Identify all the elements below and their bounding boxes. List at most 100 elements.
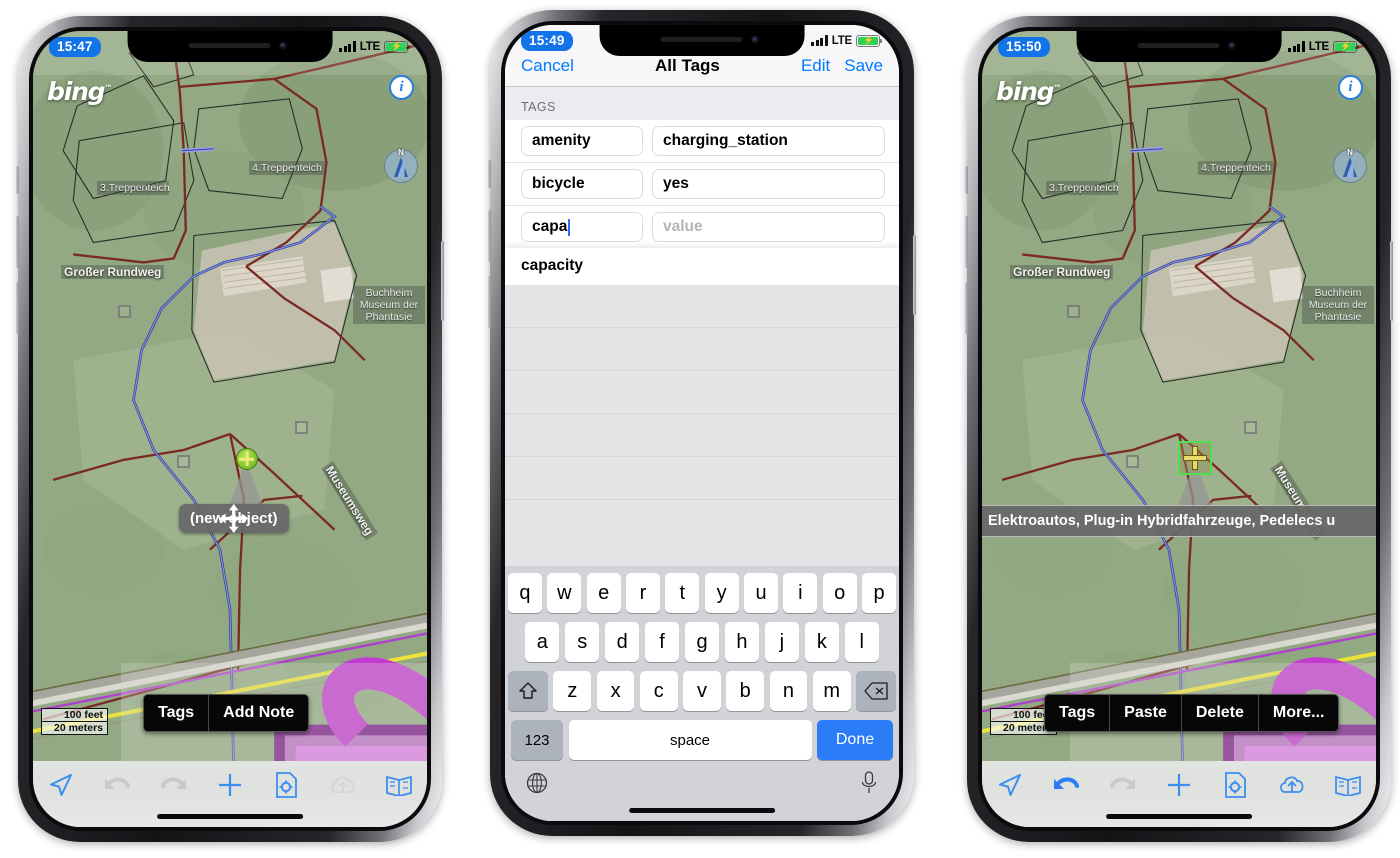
poi-marker-box[interactable] — [1126, 455, 1139, 468]
ctx-delete-button[interactable]: Delete — [1181, 695, 1259, 731]
done-key[interactable]: Done — [817, 720, 893, 760]
cellular-signal-icon — [339, 41, 356, 52]
onscreen-keyboard[interactable]: q w e r t y u i o p a s d f g h j k l z … — [505, 566, 899, 821]
key-l[interactable]: l — [844, 622, 879, 662]
key-p[interactable]: p — [862, 573, 896, 613]
globe-icon[interactable] — [526, 772, 548, 794]
key-t[interactable]: t — [665, 573, 700, 613]
key-b[interactable]: b — [726, 671, 765, 711]
new-object-marker[interactable] — [236, 448, 258, 470]
space-key[interactable]: space — [568, 720, 812, 760]
toolbar-locate-button[interactable] — [982, 770, 1038, 800]
key-n[interactable]: n — [769, 671, 808, 711]
text-cursor — [568, 218, 571, 236]
map-label: 4.Treppenteich — [249, 161, 325, 175]
phone-right: bing™ i N 3.Treppenteich 4.Treppenteich … — [965, 16, 1393, 842]
poi-marker-box[interactable] — [177, 455, 190, 468]
key-g[interactable]: g — [684, 622, 720, 662]
key-j[interactable]: j — [764, 622, 800, 662]
network-type-label: LTE — [1308, 40, 1329, 53]
edit-button[interactable]: Edit — [801, 56, 830, 76]
bing-logo: bing™ — [996, 77, 1061, 106]
key-f[interactable]: f — [644, 622, 680, 662]
key-w[interactable]: w — [547, 573, 582, 613]
tag-key-input[interactable]: amenity — [521, 126, 643, 156]
compass-icon[interactable]: N — [384, 148, 418, 183]
tag-row[interactable]: capa value — [505, 206, 899, 248]
map-info-button[interactable]: i — [1338, 75, 1363, 100]
ctx-tags-button[interactable]: Tags — [1045, 695, 1111, 731]
numeric-key[interactable]: 123 — [511, 720, 563, 760]
key-r[interactable]: r — [626, 573, 660, 613]
selected-object-callout[interactable]: Elektroautos, Plug-in Hybridfahrzeuge, P… — [982, 505, 1376, 537]
key-i[interactable]: i — [783, 573, 818, 613]
toolbar-locate-button[interactable] — [33, 770, 89, 800]
shift-icon[interactable] — [507, 671, 548, 711]
key-s[interactable]: s — [564, 622, 600, 662]
screenshot-root: bing™ i N 3.Treppenteich 4.Treppenteich … — [0, 0, 1400, 858]
keyboard-row-4: 123 space Done — [508, 720, 896, 760]
toolbar-layers-button[interactable] — [1320, 770, 1376, 800]
ctx-tags-button[interactable]: Tags — [144, 695, 210, 731]
tag-row[interactable]: bicycle yes — [505, 163, 899, 206]
tag-row[interactable]: amenity charging_station — [505, 120, 899, 163]
all-tags-page: Cancel All Tags Edit Save TAGS amenity c… — [505, 25, 899, 821]
key-u[interactable]: u — [744, 573, 778, 613]
key-e[interactable]: e — [586, 573, 621, 613]
toolbar-add-button[interactable] — [1151, 770, 1207, 800]
poi-marker-box[interactable] — [1067, 305, 1080, 318]
tag-value-input[interactable]: value — [652, 212, 885, 242]
new-object-callout[interactable]: (new object) — [179, 504, 289, 533]
toolbar-undo-button[interactable] — [1038, 770, 1094, 800]
backspace-icon[interactable] — [856, 671, 897, 711]
keyboard-bottom-row — [508, 769, 896, 821]
key-k[interactable]: k — [804, 622, 840, 662]
home-indicator-center[interactable] — [629, 808, 775, 813]
cellular-signal-icon — [811, 35, 828, 46]
toolbar-redo-button[interactable] — [1095, 770, 1151, 800]
autocomplete-suggestion[interactable]: capacity — [505, 248, 899, 285]
key-m[interactable]: m — [812, 671, 851, 711]
tag-value-input[interactable]: yes — [652, 169, 885, 199]
tag-list: amenity charging_station bicycle yes cap… — [505, 120, 899, 248]
key-o[interactable]: o — [822, 573, 857, 613]
map-info-button[interactable]: i — [389, 75, 414, 100]
save-button[interactable]: Save — [844, 56, 883, 76]
selected-object-marker[interactable] — [1178, 441, 1212, 475]
key-d[interactable]: d — [604, 622, 640, 662]
key-x[interactable]: x — [596, 671, 635, 711]
map-scalebar: 100 feet 20 meters — [41, 708, 109, 735]
toolbar-add-button[interactable] — [202, 770, 258, 800]
toolbar-upload-button[interactable] — [1263, 770, 1319, 800]
ctx-add-note-button[interactable]: Add Note — [209, 695, 309, 731]
toolbar-settings-button[interactable] — [1207, 770, 1263, 800]
toolbar-undo-button[interactable] — [89, 770, 145, 800]
toolbar-settings-button[interactable] — [258, 770, 314, 800]
key-z[interactable]: z — [553, 671, 592, 711]
key-h[interactable]: h — [724, 622, 760, 662]
key-c[interactable]: c — [639, 671, 678, 711]
home-indicator-right[interactable] — [1106, 814, 1252, 819]
key-a[interactable]: a — [525, 622, 560, 662]
microphone-icon[interactable] — [860, 771, 878, 795]
home-indicator-left[interactable] — [157, 814, 303, 819]
tag-key-input[interactable]: bicycle — [521, 169, 643, 199]
move-handle-icon[interactable] — [179, 504, 289, 533]
cancel-button[interactable]: Cancel — [521, 56, 574, 76]
status-clock: 15:47 — [49, 36, 101, 57]
context-menu-right[interactable]: Tags Paste Delete More... — [1044, 694, 1340, 732]
tag-value-input[interactable]: charging_station — [652, 126, 885, 156]
key-q[interactable]: q — [508, 573, 542, 613]
toolbar-redo-button[interactable] — [146, 770, 202, 800]
tag-key-input-active[interactable]: capa — [521, 212, 643, 242]
key-y[interactable]: y — [704, 573, 739, 613]
ctx-paste-button[interactable]: Paste — [1110, 695, 1182, 731]
map-label: 4.Treppenteich — [1198, 161, 1274, 175]
compass-icon[interactable]: N — [1333, 148, 1367, 183]
context-menu-left[interactable]: Tags Add Note — [143, 694, 310, 732]
ctx-more-button[interactable]: More... — [1258, 695, 1339, 731]
toolbar-layers-button[interactable] — [371, 770, 427, 800]
key-v[interactable]: v — [683, 671, 721, 711]
poi-marker-box[interactable] — [118, 305, 131, 318]
toolbar-upload-button[interactable] — [314, 770, 370, 800]
